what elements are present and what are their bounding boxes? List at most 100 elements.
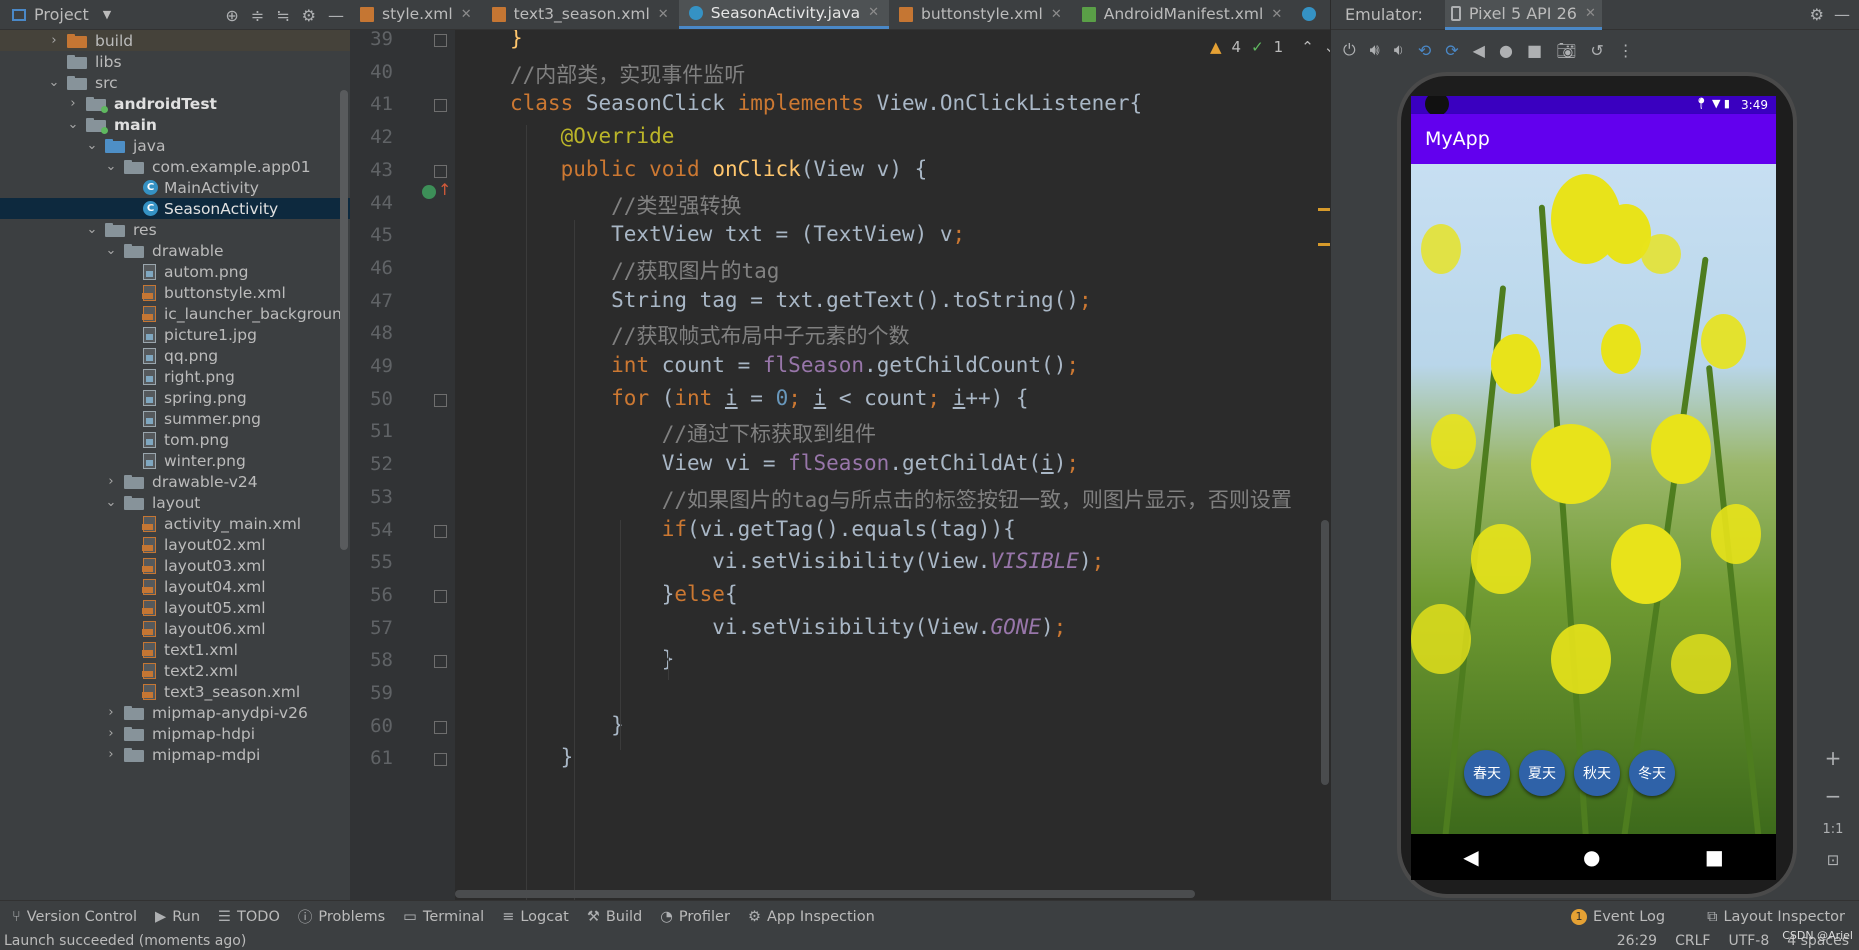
tool-window-button[interactable]: ⑂ Version Control bbox=[12, 909, 137, 925]
tree-item[interactable]: C SeasonActivity bbox=[0, 198, 350, 219]
overview-icon[interactable]: ■ bbox=[1527, 41, 1542, 60]
chevron-right-icon[interactable]: › bbox=[104, 705, 118, 720]
tree-item[interactable]: ⌄ res bbox=[0, 219, 350, 240]
tool-window-button[interactable]: ▶ Run bbox=[155, 909, 200, 925]
season-button[interactable]: 冬天 bbox=[1629, 750, 1675, 796]
tool-window-button[interactable]: ☰ TODO bbox=[218, 909, 280, 925]
editor-tab[interactable]: buttonstyle.xml ✕ bbox=[889, 0, 1072, 29]
tree-item[interactable]: › mipmap-hdpi bbox=[0, 723, 350, 744]
tree-item[interactable]: ⌄ layout bbox=[0, 492, 350, 513]
fit-screen-icon[interactable]: ⊡ bbox=[1827, 851, 1840, 869]
tree-item[interactable]: tom.png bbox=[0, 429, 350, 450]
rotate-left-icon[interactable]: ⟲ bbox=[1418, 41, 1431, 60]
layout-inspector-button[interactable]: ⧉ Layout Inspector bbox=[1707, 909, 1845, 925]
tool-window-button[interactable]: ⓘ Problems bbox=[298, 906, 385, 927]
tree-item[interactable]: ⌄ com.example.app01 bbox=[0, 156, 350, 177]
chevron-down-icon[interactable]: ▼ bbox=[103, 8, 111, 21]
locate-icon[interactable]: ⊕ bbox=[225, 6, 238, 25]
tree-item[interactable]: text1.xml bbox=[0, 639, 350, 660]
editor-tab[interactable]: style.xml ✕ bbox=[350, 0, 482, 29]
chevron-down-icon[interactable]: ⌄ bbox=[47, 75, 61, 90]
tree-item[interactable]: qq.png bbox=[0, 345, 350, 366]
chevron-right-icon[interactable]: › bbox=[66, 96, 80, 111]
event-log-button[interactable]: 1 Event Log bbox=[1571, 909, 1665, 925]
zoom-out-icon[interactable]: − bbox=[1825, 784, 1842, 808]
tool-window-button[interactable]: ◔ Profiler bbox=[660, 909, 730, 925]
chevron-right-icon[interactable]: › bbox=[104, 474, 118, 489]
tree-item[interactable]: ⌄ main bbox=[0, 114, 350, 135]
device-tab[interactable]: Pixel 5 API 26 ✕ bbox=[1444, 0, 1602, 30]
season-button[interactable]: 秋天 bbox=[1574, 750, 1620, 796]
gear-icon[interactable]: ⚙ bbox=[302, 6, 316, 25]
tree-item[interactable]: autom.png bbox=[0, 261, 350, 282]
horizontal-scrollbar[interactable] bbox=[455, 890, 1195, 898]
error-stripe-marker[interactable] bbox=[1318, 208, 1330, 246]
tree-item[interactable]: › drawable-v24 bbox=[0, 471, 350, 492]
close-icon[interactable]: ✕ bbox=[1585, 6, 1596, 21]
editor-tab[interactable]: text3_season.xml ✕ bbox=[482, 0, 679, 29]
back-icon[interactable]: ◀ bbox=[1473, 41, 1485, 60]
tool-window-button[interactable]: ≡ Logcat bbox=[502, 909, 569, 925]
tree-item[interactable]: layout06.xml bbox=[0, 618, 350, 639]
chevron-down-icon[interactable]: ⌄ bbox=[104, 159, 118, 174]
expand-all-icon[interactable]: ≑ bbox=[251, 6, 264, 25]
inspection-widget[interactable]: ▲ 4 ✓ 1 ⌃ ⌄ bbox=[1210, 38, 1336, 56]
hide-icon[interactable]: — bbox=[1834, 5, 1850, 24]
tree-item[interactable]: picture1.jpg bbox=[0, 324, 350, 345]
gear-icon[interactable]: ⚙ bbox=[1810, 5, 1824, 24]
tree-item[interactable]: ic_launcher_backgroun bbox=[0, 303, 350, 324]
rotate-right-icon[interactable]: ⟳ bbox=[1445, 41, 1458, 60]
caret-position[interactable]: 26:29 bbox=[1617, 933, 1657, 949]
tree-item[interactable]: spring.png bbox=[0, 387, 350, 408]
nav-recents-icon[interactable]: ■ bbox=[1705, 845, 1724, 869]
tree-item[interactable]: text3_season.xml bbox=[0, 681, 350, 702]
season-button[interactable]: 夏天 bbox=[1519, 750, 1565, 796]
tree-item[interactable]: summer.png bbox=[0, 408, 350, 429]
tree-item[interactable]: buttonstyle.xml bbox=[0, 282, 350, 303]
tree-item[interactable]: winter.png bbox=[0, 450, 350, 471]
nav-home-icon[interactable]: ● bbox=[1583, 845, 1600, 869]
tree-item[interactable]: › build bbox=[0, 30, 350, 51]
tree-item[interactable]: › mipmap-anydpi-v26 bbox=[0, 702, 350, 723]
tree-item[interactable]: layout03.xml bbox=[0, 555, 350, 576]
camera-icon[interactable]: 📷︎ bbox=[1556, 41, 1576, 60]
chevron-down-icon[interactable]: ⌄ bbox=[85, 222, 99, 237]
home-icon[interactable]: ● bbox=[1499, 41, 1513, 60]
snapshot-icon[interactable]: ↺ bbox=[1590, 41, 1603, 60]
zoom-actual-size[interactable]: 1:1 bbox=[1823, 822, 1844, 837]
tree-item[interactable]: C MainActivity bbox=[0, 177, 350, 198]
vertical-scrollbar[interactable] bbox=[1321, 520, 1329, 785]
chevron-down-icon[interactable]: ⌄ bbox=[66, 117, 80, 132]
hide-icon[interactable]: — bbox=[328, 6, 344, 25]
chevron-right-icon[interactable]: › bbox=[104, 726, 118, 741]
tree-item[interactable]: layout04.xml bbox=[0, 576, 350, 597]
tree-item[interactable]: libs bbox=[0, 51, 350, 72]
tree-item[interactable]: ⌄ drawable bbox=[0, 240, 350, 261]
power-icon[interactable]: ⏻ bbox=[1343, 40, 1356, 60]
chevron-down-icon[interactable]: ⌄ bbox=[104, 495, 118, 510]
project-view-selector[interactable]: Project bbox=[34, 5, 89, 24]
tree-item[interactable]: ⌄ java bbox=[0, 135, 350, 156]
tool-window-button[interactable]: ⚙ App Inspection bbox=[748, 909, 875, 925]
tree-item[interactable]: layout05.xml bbox=[0, 597, 350, 618]
tree-item[interactable]: ⌄ src bbox=[0, 72, 350, 93]
editor-tab[interactable]: AndroidManifest.xml ✕ bbox=[1072, 0, 1293, 29]
collapse-all-icon[interactable]: ≒ bbox=[276, 6, 289, 25]
tree-item[interactable]: text2.xml bbox=[0, 660, 350, 681]
close-icon[interactable]: ✕ bbox=[658, 7, 669, 22]
chevron-down-icon[interactable]: ⌄ bbox=[104, 243, 118, 258]
zoom-in-icon[interactable]: + bbox=[1825, 746, 1842, 770]
volume-up-icon[interactable]: 🔊︎ bbox=[1370, 40, 1380, 60]
close-icon[interactable]: ✕ bbox=[1271, 7, 1282, 22]
chevron-down-icon[interactable]: ⌄ bbox=[85, 138, 99, 153]
season-button[interactable]: 春天 bbox=[1464, 750, 1510, 796]
close-icon[interactable]: ✕ bbox=[461, 7, 472, 22]
phone-screen[interactable]: 📍︎ ▼ ▮ 3:49 MyApp 春天 夏天 秋天 冬天 bbox=[1411, 96, 1776, 834]
code-editor[interactable]: 39 40 41 42 43 44 45 46 47 48 49 50 51 52 53 54 55 56 57 58… bbox=[350, 30, 1330, 900]
tool-window-button[interactable]: ⚒ Build bbox=[587, 909, 642, 925]
editor-tab[interactable]: SeasonActivity.java ✕ bbox=[678, 0, 890, 29]
tree-item[interactable]: layout02.xml bbox=[0, 534, 350, 555]
project-scrollbar[interactable] bbox=[340, 90, 348, 550]
tree-item[interactable]: › mipmap-mdpi bbox=[0, 744, 350, 765]
close-icon[interactable]: ✕ bbox=[868, 5, 879, 20]
